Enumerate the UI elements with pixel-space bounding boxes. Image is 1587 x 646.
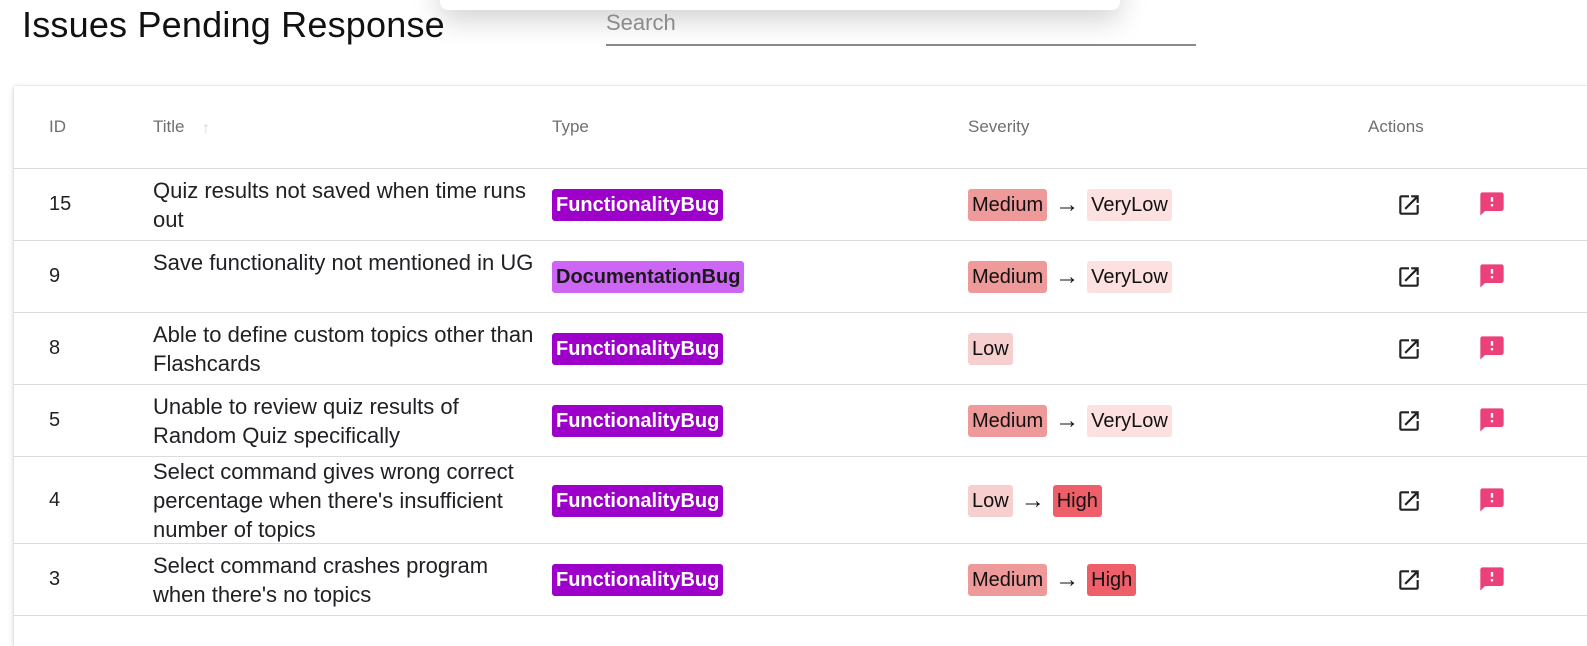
open-in-new-icon[interactable]	[1396, 408, 1422, 434]
column-header-severity[interactable]: Severity	[968, 117, 1029, 137]
feedback-icon[interactable]	[1478, 486, 1506, 514]
severity-original-badge: Medium	[968, 189, 1048, 221]
severity-cell: Medium → VeryLow	[968, 405, 1172, 437]
issue-id: 5	[49, 409, 61, 431]
feedback-icon[interactable]	[1478, 190, 1506, 218]
arrow-right-icon: →	[1055, 407, 1080, 434]
severity-original-badge: Medium	[968, 261, 1048, 293]
open-in-new-icon[interactable]	[1396, 567, 1422, 593]
open-in-new-icon[interactable]	[1396, 264, 1422, 290]
type-badge: FunctionalityBug	[552, 333, 724, 365]
feedback-icon[interactable]	[1478, 334, 1506, 362]
severity-cell: Low	[968, 333, 1013, 365]
type-badge: FunctionalityBug	[552, 564, 724, 596]
arrow-right-icon: →	[1055, 566, 1080, 593]
type-badge: FunctionalityBug	[552, 405, 724, 437]
search-input[interactable]	[606, 4, 1196, 42]
severity-original-badge: Medium	[968, 405, 1048, 437]
issue-title[interactable]: Unable to review quiz results of Random …	[153, 392, 538, 450]
table-row: 8 Able to define custom topics other than…	[14, 313, 1587, 385]
issue-title[interactable]: Able to define custom topics other than …	[153, 320, 538, 378]
table-row: 9 Save functionality not mentioned in UG D…	[14, 241, 1587, 313]
issue-id: 15	[49, 193, 72, 215]
severity-original-badge: Low	[968, 484, 1013, 517]
severity-cell: Low → High	[968, 484, 1102, 517]
issue-title[interactable]: Select command crashes program when ther…	[153, 551, 538, 609]
severity-cell: Medium → High	[968, 564, 1137, 596]
issue-id: 4	[49, 488, 61, 511]
severity-proposed-badge: VeryLow	[1087, 405, 1172, 437]
issues-table: ID Title ↑ Type Severity Actions 15 Quiz …	[14, 86, 1587, 646]
column-header-title[interactable]: Title	[153, 117, 185, 137]
severity-cell: Medium → VeryLow	[968, 189, 1172, 221]
feedback-icon[interactable]	[1478, 406, 1506, 434]
table-row: 3 Select command crashes program when the…	[14, 544, 1587, 616]
feedback-icon[interactable]	[1478, 565, 1506, 593]
issue-id: 3	[49, 568, 61, 590]
type-badge: FunctionalityBug	[552, 189, 724, 221]
table-header: ID Title ↑ Type Severity Actions	[14, 86, 1587, 169]
table-row: 15 Quiz results not saved when time runs …	[14, 169, 1587, 241]
open-in-new-icon[interactable]	[1396, 488, 1422, 514]
severity-original-badge: Low	[968, 333, 1013, 365]
severity-original-badge: Medium	[968, 564, 1048, 596]
sort-arrow-up-icon[interactable]: ↑	[202, 120, 210, 138]
issue-title[interactable]: Save functionality not mentioned in UG	[153, 248, 538, 277]
severity-proposed-badge: High	[1087, 564, 1137, 596]
table-row: 4 Select command gives wrong correct perc…	[14, 457, 1587, 544]
issue-title[interactable]: Select command gives wrong correct perce…	[153, 457, 538, 544]
type-badge: FunctionalityBug	[552, 484, 724, 517]
page-title: Issues Pending Response	[22, 4, 445, 45]
table-row: 5 Unable to review quiz results of Random…	[14, 385, 1587, 457]
open-in-new-icon[interactable]	[1396, 192, 1422, 218]
arrow-right-icon: →	[1020, 486, 1045, 514]
open-in-new-icon[interactable]	[1396, 336, 1422, 362]
search-field[interactable]	[606, 4, 1196, 46]
feedback-icon[interactable]	[1478, 262, 1506, 290]
column-header-type[interactable]: Type	[552, 117, 589, 137]
column-header-id[interactable]: ID	[49, 117, 66, 137]
severity-proposed-badge: VeryLow	[1087, 261, 1172, 293]
issue-title[interactable]: Quiz results not saved when time runs ou…	[153, 176, 538, 234]
type-badge: DocumentationBug	[552, 261, 745, 293]
column-header-actions: Actions	[1368, 117, 1424, 136]
arrow-right-icon: →	[1055, 263, 1080, 290]
severity-cell: Medium → VeryLow	[968, 261, 1172, 293]
issue-id: 9	[49, 265, 61, 287]
severity-proposed-badge: VeryLow	[1087, 189, 1172, 221]
severity-proposed-badge: High	[1052, 484, 1102, 517]
arrow-right-icon: →	[1055, 191, 1080, 218]
issue-id: 8	[49, 337, 61, 359]
